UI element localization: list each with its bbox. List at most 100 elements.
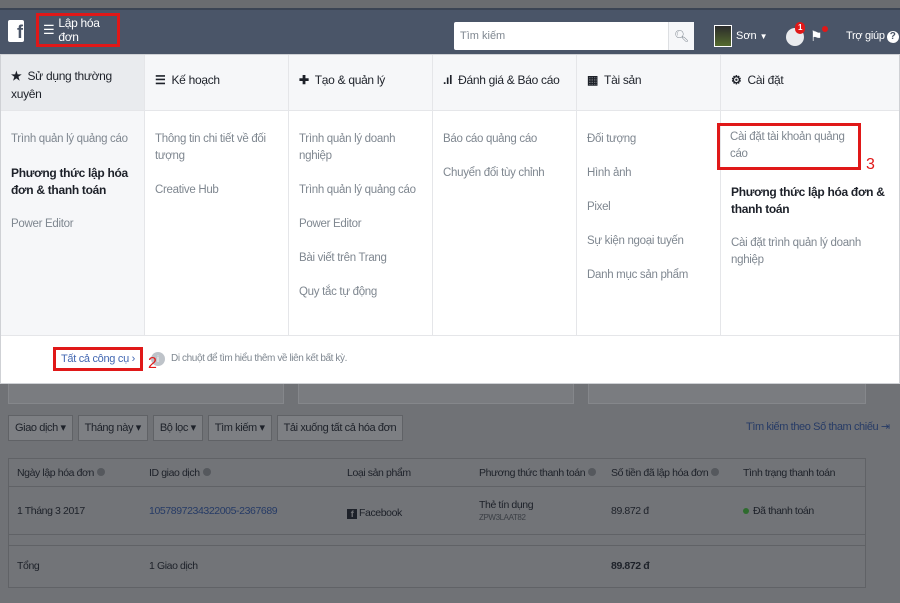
hamburger-icon: ☰ bbox=[43, 22, 55, 37]
header-label: Ngày lập hóa đơn bbox=[17, 467, 94, 479]
payment-method: Thẻ tín dụng ZPW3LAAT82 bbox=[479, 499, 534, 522]
menu-column-frequent: ★ Sử dụng thường xuyên Trình quản lý quản… bbox=[1, 55, 145, 335]
status-label: Đã thanh toán bbox=[753, 505, 814, 517]
menu-item-ads-manager[interactable]: Trình quản lý quảng cáo bbox=[299, 182, 422, 199]
menu-item-power-editor[interactable]: Power Editor bbox=[299, 216, 422, 233]
column-header: ☰ Kế hoạch bbox=[145, 55, 288, 111]
search-by-reference-link[interactable]: Tìm kiếm theo Số tham chiếu ⇥ bbox=[746, 420, 890, 433]
date-range-filter[interactable]: Tháng này ▾ bbox=[77, 415, 148, 441]
info-icon bbox=[711, 468, 720, 476]
menu-item-billing-payment[interactable]: Phương thức lập hóa đơn & thanh toán bbox=[11, 165, 134, 199]
billing-menu-label: Lập hóa đơn bbox=[58, 16, 100, 44]
menu-item-ad-account-settings[interactable]: Cài đặt tài khoản quảng cáo bbox=[717, 123, 861, 170]
filter-dropdown[interactable]: Bộ lọc ▾ bbox=[152, 415, 203, 441]
menu-item-pixel[interactable]: Pixel bbox=[587, 199, 710, 216]
help-link[interactable]: Trợ giúp? bbox=[846, 30, 899, 43]
info-icon bbox=[588, 468, 597, 476]
question-icon: ? bbox=[886, 31, 899, 43]
header-label: ID giao dịch bbox=[149, 467, 200, 479]
column-header: ✚ Tạo & quản lý bbox=[289, 55, 432, 111]
facebook-logo-icon[interactable]: f bbox=[8, 20, 24, 42]
menu-item-power-editor[interactable]: Power Editor bbox=[11, 216, 134, 233]
menu-item-business-manager[interactable]: Trình quản lý doanh nghiệp bbox=[299, 131, 422, 165]
menu-item-audiences[interactable]: Đối tượng bbox=[587, 131, 710, 148]
menu-item-business-settings[interactable]: Cài đặt trình quản lý doanh nghiệp bbox=[731, 235, 889, 269]
column-title: Tài sản bbox=[604, 73, 642, 87]
download-all-invoices-button[interactable]: Tải xuống tất cả hóa đơn bbox=[276, 415, 404, 441]
menu-item-custom-conversions[interactable]: Chuyển đổi tùy chỉnh bbox=[443, 165, 566, 182]
menu-item-audience-insights[interactable]: Thông tin chi tiết về đối tượng bbox=[155, 131, 278, 165]
user-menu[interactable]: Sơn ▼ bbox=[714, 21, 768, 51]
search-placeholder: Tìm kiếm bbox=[460, 30, 506, 42]
column-header: .ıl Đánh giá & Báo cáo bbox=[433, 55, 576, 111]
facebook-logo-text: f bbox=[17, 22, 23, 42]
column-header: Loại sản phẩm bbox=[347, 467, 411, 479]
column-title: Tạo & quản lý bbox=[314, 73, 385, 87]
table-total-row: Tổng 1 Giao dịch 89.872 đ bbox=[9, 545, 865, 587]
menu-item-ads-reporting[interactable]: Báo cáo quảng cáo bbox=[443, 131, 566, 148]
total-count: 1 Giao dịch bbox=[149, 560, 198, 572]
menu-column-measure-report: .ıl Đánh giá & Báo cáo Báo cáo quảng cáo … bbox=[433, 55, 577, 335]
menu-item-billing-payment[interactable]: Phương thức lập hóa đơn & thanh toán bbox=[731, 184, 889, 218]
column-title: Kế hoạch bbox=[171, 73, 220, 87]
menu-footer: Tất cả công cụ › i Di chuột để tìm hiểu … bbox=[1, 335, 899, 383]
column-title: Cài đặt bbox=[747, 73, 784, 87]
column-header: Số tiền đã lập hóa đơn bbox=[611, 467, 720, 479]
menu-item-creative-hub[interactable]: Creative Hub bbox=[155, 182, 278, 199]
transaction-id-link[interactable]: 1057897234322005-2367689 bbox=[149, 505, 278, 517]
column-header: ▦ Tài sản bbox=[577, 55, 720, 111]
summary-card bbox=[588, 384, 866, 404]
payment-status: Đã thanh toán bbox=[743, 505, 814, 517]
menu-item-automated-rules[interactable]: Quy tắc tự động bbox=[299, 284, 422, 301]
header-label: Phương thức thanh toán bbox=[479, 467, 586, 479]
product-type: f Facebook bbox=[347, 507, 402, 519]
globe-notifications-icon[interactable]: 1 bbox=[786, 22, 806, 46]
list-icon: ☰ bbox=[155, 73, 166, 87]
filter-bar: Giao dịch ▾ Tháng này ▾ Bộ lọc ▾ Tìm kiế… bbox=[8, 415, 404, 441]
invoice-date: 1 Tháng 3 2017 bbox=[17, 505, 85, 517]
annotation-2: 2 bbox=[148, 355, 157, 372]
facebook-icon: f bbox=[347, 509, 357, 519]
summary-card bbox=[8, 384, 284, 404]
column-title: Đánh giá & Báo cáo bbox=[458, 73, 560, 87]
product-label: Facebook bbox=[359, 507, 402, 519]
payment-method-id: ZPW3LAAT82 bbox=[479, 513, 526, 522]
total-label: Tổng bbox=[17, 560, 40, 572]
flag-alert-dot bbox=[822, 26, 828, 32]
avatar bbox=[714, 25, 732, 47]
flag-icon[interactable]: ⚑ bbox=[810, 26, 828, 45]
menu-item-page-posts[interactable]: Bài viết trên Trang bbox=[299, 250, 422, 267]
billing-menu-button[interactable]: ☰ Lập hóa đơn bbox=[36, 13, 120, 47]
menu-column-settings: ⚙ Cài đặt Cài đặt tài khoản quảng cáo Phư… bbox=[717, 55, 899, 335]
menu-column-assets: ▦ Tài sản Đối tượng Hình ảnh Pixel Sự kiệ… bbox=[577, 55, 721, 335]
transactions-table: Ngày lập hóa đơn ID giao dịch Loại sản p… bbox=[8, 458, 866, 588]
user-name: Sơn bbox=[736, 30, 757, 42]
payment-method-label: Thẻ tín dụng bbox=[479, 499, 534, 511]
table-header: Ngày lập hóa đơn ID giao dịch Loại sản p… bbox=[9, 459, 865, 487]
menu-item-ads-manager[interactable]: Trình quản lý quảng cáo bbox=[11, 131, 134, 148]
column-header: Phương thức thanh toán bbox=[479, 467, 597, 479]
menu-item-images[interactable]: Hình ảnh bbox=[587, 165, 710, 182]
menu-column-create-manage: ✚ Tạo & quản lý Trình quản lý doanh nghiệ… bbox=[289, 55, 433, 335]
notification-badge: 1 bbox=[795, 22, 806, 34]
menu-item-offline-events[interactable]: Sự kiện ngoại tuyến bbox=[587, 233, 710, 250]
grid-icon: ▦ bbox=[587, 73, 599, 87]
status-dot-icon bbox=[743, 508, 749, 514]
all-tools-link[interactable]: Tất cả công cụ › bbox=[53, 347, 143, 371]
gear-icon: ⚙ bbox=[731, 73, 742, 87]
annotation-3: 3 bbox=[866, 156, 875, 173]
search-icon[interactable]: 🔍︎ bbox=[668, 22, 694, 50]
search-dropdown[interactable]: Tìm kiếm ▾ bbox=[207, 415, 272, 441]
column-title: Sử dụng thường xuyên bbox=[11, 69, 112, 101]
column-header: ⚙ Cài đặt bbox=[721, 55, 899, 111]
menu-item-product-catalogs[interactable]: Danh mục sản phẩm bbox=[587, 267, 710, 284]
table-row[interactable]: 1 Tháng 3 2017 1057897234322005-2367689 … bbox=[9, 487, 865, 535]
billed-amount: 89.872 đ bbox=[611, 505, 649, 517]
search-input[interactable]: Tìm kiếm 🔍︎ bbox=[454, 22, 694, 50]
column-header: Ngày lập hóa đơn bbox=[17, 467, 105, 479]
hover-hint: Di chuột để tìm hiểu thêm về liên kết bấ… bbox=[171, 353, 347, 364]
billing-page-overlay: Giao dịch ▾ Tháng này ▾ Bộ lọc ▾ Tìm kiế… bbox=[0, 384, 900, 603]
info-icon bbox=[202, 468, 211, 476]
menu-column-plan: ☰ Kế hoạch Thông tin chi tiết về đối tượn… bbox=[145, 55, 289, 335]
transactions-filter[interactable]: Giao dịch ▾ bbox=[8, 415, 73, 441]
